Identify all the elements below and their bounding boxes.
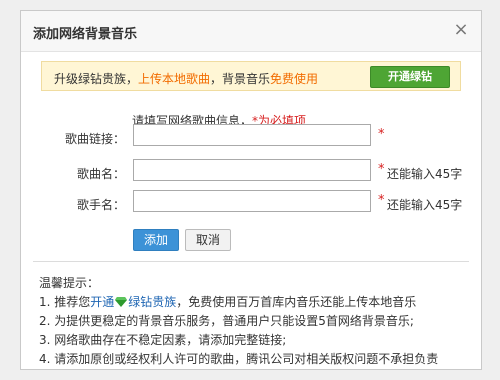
- tip-line-2: 2. 为提供更稳定的背景音乐服务，普通用户只能设置5首网络背景音乐;: [39, 314, 414, 328]
- song-name-remaining-count: 还能输入45字: [387, 167, 463, 181]
- required-star: *: [378, 127, 385, 142]
- singer-name-input[interactable]: [133, 190, 371, 212]
- song-name-label: 歌曲名：: [76, 167, 125, 181]
- required-star: *: [378, 193, 385, 208]
- singer-name-remaining-count: 还能输入45字: [387, 198, 463, 212]
- add-background-music-dialog: 添加网络背景音乐 × 升级绿钻贵族，上传本地歌曲，背景音乐免费使用 开通绿钻 请…: [20, 10, 482, 370]
- dialog-titlebar: 添加网络背景音乐 ×: [21, 11, 481, 52]
- song-link-label: 歌曲链接：: [64, 132, 125, 146]
- green-diamond-noble-link[interactable]: 绿钻贵族: [128, 295, 176, 309]
- tip-line-1: 1. 推荐您开通 绿钻贵族，免费使用百万首库内音乐还能上传本地音乐: [39, 293, 416, 310]
- green-diamond-icon: [115, 297, 128, 307]
- add-button[interactable]: 添加: [133, 229, 179, 251]
- dialog-title: 添加网络背景音乐: [33, 27, 138, 42]
- upgrade-notice-banner: 升级绿钻贵族，上传本地歌曲，背景音乐免费使用 开通绿钻: [41, 61, 461, 91]
- activate-link[interactable]: 开通: [90, 295, 114, 309]
- divider: [33, 261, 469, 262]
- song-name-input[interactable]: [133, 159, 371, 181]
- tip-1-prefix: 1. 推荐您: [39, 295, 91, 309]
- cancel-button[interactable]: 取消: [185, 229, 231, 251]
- notice-text-3: ，背景音乐: [210, 72, 271, 86]
- singer-name-label: 歌手名：: [76, 198, 125, 212]
- tip-line-4: 4. 请添加原创或经权利人许可的歌曲，腾讯公司对相关版权问题不承担负责: [39, 352, 439, 366]
- notice-text-1: 升级绿钻贵族，: [54, 72, 139, 86]
- tip-line-3: 3. 网络歌曲存在不稳定因素，请添加完整链接;: [39, 333, 287, 347]
- free-use-highlight: 免费使用: [270, 72, 319, 86]
- close-icon[interactable]: ×: [451, 20, 471, 40]
- tip-1-suffix: ，免费使用百万首库内音乐还能上传本地音乐: [176, 295, 417, 309]
- tips-title: 温馨提示：: [39, 276, 100, 290]
- song-link-input[interactable]: [133, 124, 371, 146]
- required-star: *: [378, 162, 385, 177]
- upload-local-song-highlight: 上传本地歌曲: [138, 72, 211, 86]
- activate-green-diamond-button[interactable]: 开通绿钻: [370, 66, 450, 88]
- upgrade-notice-text: 升级绿钻贵族，上传本地歌曲，背景音乐免费使用: [54, 70, 318, 87]
